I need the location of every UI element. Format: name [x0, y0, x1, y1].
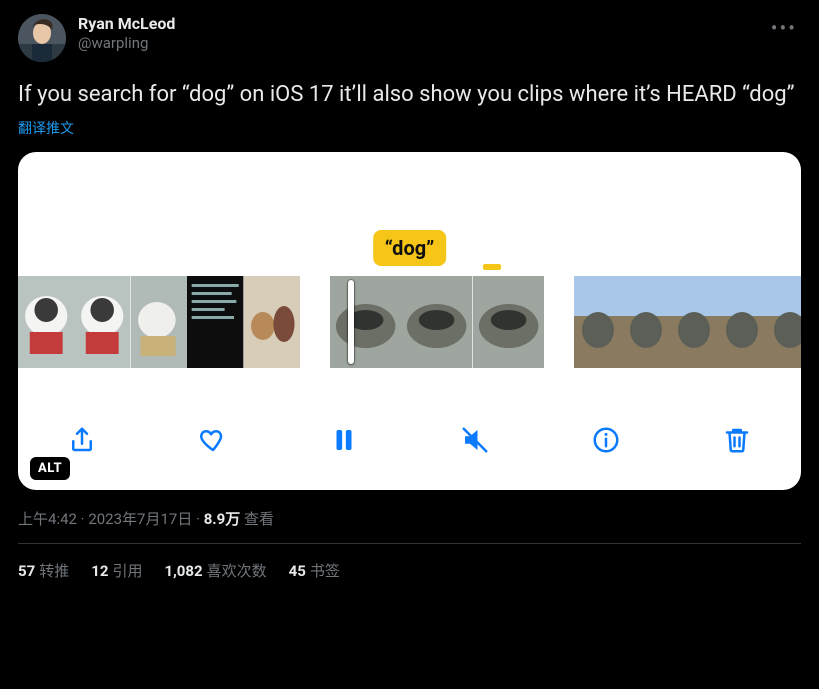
- thumbnail: [622, 276, 670, 368]
- likes-stat[interactable]: 1,082喜欢次数: [164, 560, 266, 581]
- thumbnail: [131, 276, 187, 368]
- clip-group-2: [330, 276, 544, 368]
- views-count: 8.9万: [204, 510, 241, 528]
- thumbnail: [244, 276, 300, 368]
- thumbnail: [74, 276, 130, 368]
- pause-icon[interactable]: [324, 420, 364, 460]
- media-toolbar: [18, 414, 801, 466]
- tweet-container: Ryan McLeod @warpling ••• If you search …: [0, 0, 819, 581]
- tweet-meta[interactable]: 上午4:42 2023年7月17日 8.9万 查看: [18, 508, 801, 529]
- share-icon[interactable]: [62, 420, 102, 460]
- tweet-header: Ryan McLeod @warpling •••: [18, 14, 801, 62]
- media-card[interactable]: “dog”: [18, 152, 801, 490]
- mute-icon[interactable]: [455, 420, 495, 460]
- thumbnail: [766, 276, 801, 368]
- handle: @warpling: [78, 34, 767, 53]
- thumbnail: [574, 276, 622, 368]
- display-name: Ryan McLeod: [78, 14, 767, 34]
- translate-link[interactable]: 翻译推文: [18, 118, 801, 138]
- timeline-marker: [483, 264, 501, 270]
- caption-chip: “dog”: [373, 230, 447, 266]
- author-block[interactable]: Ryan McLeod @warpling: [78, 14, 767, 53]
- scrubber-playhead[interactable]: [348, 280, 354, 364]
- tweet-text: If you search for “dog” on iOS 17 it’ll …: [18, 80, 801, 110]
- thumbnail: [18, 276, 74, 368]
- clip-group-3: [574, 276, 801, 368]
- views-label: 查看: [244, 510, 274, 528]
- thumbnail: [187, 276, 243, 368]
- bookmarks-stat[interactable]: 45书签: [289, 560, 340, 581]
- clip-group-1: [18, 276, 300, 368]
- quotes-stat[interactable]: 12引用: [91, 560, 142, 581]
- avatar[interactable]: [18, 14, 66, 62]
- alt-badge[interactable]: ALT: [30, 457, 70, 480]
- thumbnail: [670, 276, 718, 368]
- info-icon[interactable]: [586, 420, 626, 460]
- heart-icon[interactable]: [193, 420, 233, 460]
- trash-icon[interactable]: [717, 420, 757, 460]
- tweet-date: 2023年7月17日: [88, 510, 192, 528]
- tweet-stats: 57转推 12引用 1,082喜欢次数 45书签: [18, 544, 801, 581]
- thumbnail: [401, 276, 472, 368]
- thumbnail: [718, 276, 766, 368]
- video-scrubber[interactable]: [18, 276, 801, 368]
- tweet-time: 上午4:42: [18, 510, 77, 528]
- more-icon[interactable]: •••: [767, 14, 801, 42]
- thumbnail: [473, 276, 544, 368]
- retweets-stat[interactable]: 57转推: [18, 560, 69, 581]
- thumbnail: [330, 276, 401, 368]
